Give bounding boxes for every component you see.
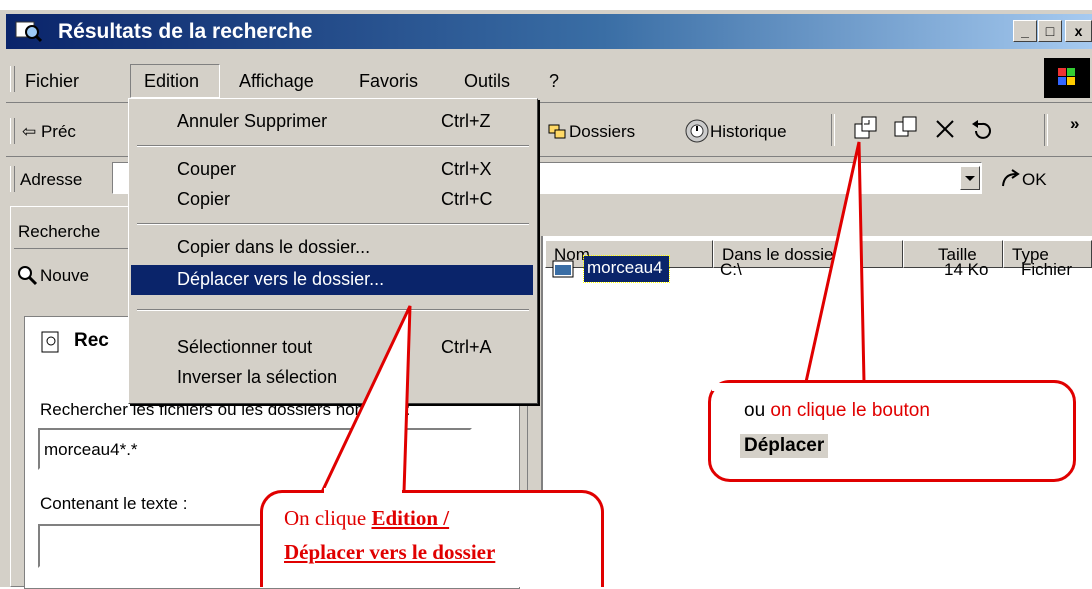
callout-prefix: ou [744,400,771,421]
callout-edit-menu [260,490,604,587]
callout-edit-bold1: Edition / [371,506,450,530]
callout-move-text: ou on clique le bouton [744,400,930,422]
callout-move-label: Déplacer [740,434,829,458]
callout-gap-2 [324,488,402,496]
callout-move-button [708,380,1076,482]
callout-edit-bold2: Déplacer vers le dossier [284,540,496,564]
callout-gap [712,383,872,391]
callout-edit-line1: On clique Edition / [284,506,449,531]
callout-red-text: on clique le bouton [770,400,930,421]
callout-edit-line2: Déplacer vers le dossier [284,540,495,565]
callout-edit-prefix: On clique [284,506,372,530]
